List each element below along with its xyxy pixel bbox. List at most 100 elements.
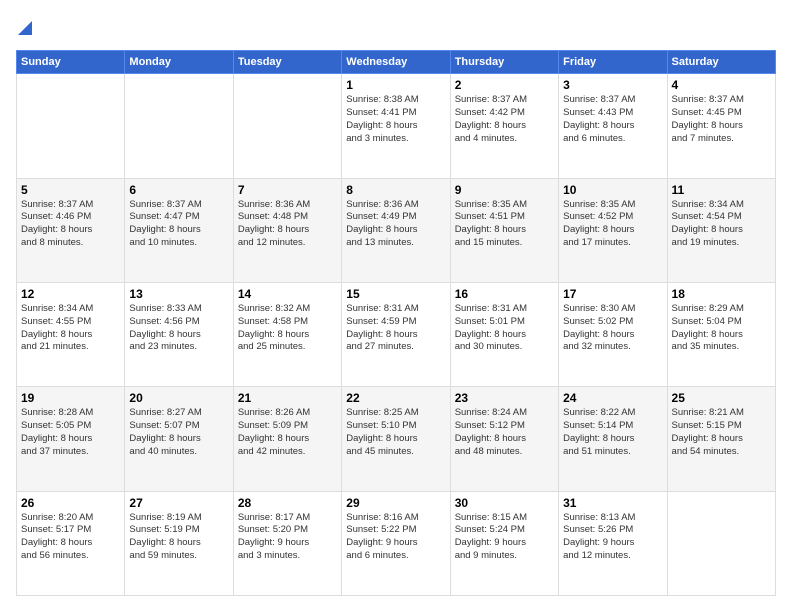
day-cell-4: 4 Sunrise: 8:37 AM Sunset: 4:45 PM Daylig… [667, 74, 775, 178]
day-number: 10 [563, 183, 662, 197]
day-cell-24: 24 Sunrise: 8:22 AM Sunset: 5:14 PM Dayli… [559, 387, 667, 491]
day-number: 1 [346, 78, 445, 92]
day-cell-23: 23 Sunrise: 8:24 AM Sunset: 5:12 PM Dayli… [450, 387, 558, 491]
day-info: Sunrise: 8:22 AM Sunset: 5:14 PM Dayligh… [563, 407, 662, 458]
day-cell-18: 18 Sunrise: 8:29 AM Sunset: 5:04 PM Dayli… [667, 282, 775, 386]
day-number: 25 [672, 391, 771, 405]
day-cell-21: 21Sunrise: 8:26 AM Sunset: 5:09 PM Dayli… [233, 387, 341, 491]
day-info: Sunrise: 8:13 AM Sunset: 5:26 PM Dayligh… [563, 512, 662, 563]
day-cell-8: 8 Sunrise: 8:36 AM Sunset: 4:49 PM Daylig… [342, 178, 450, 282]
day-number: 6 [129, 183, 228, 197]
day-number: 14 [238, 287, 337, 301]
day-number: 4 [672, 78, 771, 92]
day-info: Sunrise: 8:17 AM Sunset: 5:20 PM Dayligh… [238, 512, 337, 563]
day-number: 8 [346, 183, 445, 197]
day-cell-31: 31 Sunrise: 8:13 AM Sunset: 5:26 PM Dayli… [559, 491, 667, 595]
weekday-tuesday: Tuesday [233, 51, 341, 74]
weekday-friday: Friday [559, 51, 667, 74]
day-info: Sunrise: 8:31 AM Sunset: 4:59 PM Dayligh… [346, 303, 445, 354]
weekday-wednesday: Wednesday [342, 51, 450, 74]
day-info: Sunrise: 8:36 AM Sunset: 4:48 PM Dayligh… [238, 199, 337, 250]
weekday-monday: Monday [125, 51, 233, 74]
day-cell-12: 12Sunrise: 8:34 AM Sunset: 4:55 PM Dayli… [17, 282, 125, 386]
day-cell-17: 17 Sunrise: 8:30 AM Sunset: 5:02 PM Dayli… [559, 282, 667, 386]
day-number: 16 [455, 287, 554, 301]
day-number: 15 [346, 287, 445, 301]
week-row-3: 12Sunrise: 8:34 AM Sunset: 4:55 PM Dayli… [17, 282, 776, 386]
week-row-1: 1 Sunrise: 8:38 AM Sunset: 4:41 PM Daylig… [17, 74, 776, 178]
header [16, 16, 776, 40]
empty-cell [667, 491, 775, 595]
day-number: 5 [21, 183, 120, 197]
day-cell-1: 1 Sunrise: 8:38 AM Sunset: 4:41 PM Daylig… [342, 74, 450, 178]
logo-triangle-icon [18, 21, 32, 35]
day-number: 20 [129, 391, 228, 405]
day-number: 23 [455, 391, 554, 405]
day-info: Sunrise: 8:36 AM Sunset: 4:49 PM Dayligh… [346, 199, 445, 250]
day-info: Sunrise: 8:27 AM Sunset: 5:07 PM Dayligh… [129, 407, 228, 458]
day-cell-9: 9 Sunrise: 8:35 AM Sunset: 4:51 PM Daylig… [450, 178, 558, 282]
week-row-4: 19 Sunrise: 8:28 AM Sunset: 5:05 PM Dayli… [17, 387, 776, 491]
day-info: Sunrise: 8:19 AM Sunset: 5:19 PM Dayligh… [129, 512, 228, 563]
day-cell-14: 14Sunrise: 8:32 AM Sunset: 4:58 PM Dayli… [233, 282, 341, 386]
day-number: 19 [21, 391, 120, 405]
day-info: Sunrise: 8:34 AM Sunset: 4:54 PM Dayligh… [672, 199, 771, 250]
day-info: Sunrise: 8:37 AM Sunset: 4:46 PM Dayligh… [21, 199, 120, 250]
day-number: 31 [563, 496, 662, 510]
day-cell-28: 28 Sunrise: 8:17 AM Sunset: 5:20 PM Dayli… [233, 491, 341, 595]
day-cell-25: 25 Sunrise: 8:21 AM Sunset: 5:15 PM Dayli… [667, 387, 775, 491]
week-row-2: 5 Sunrise: 8:37 AM Sunset: 4:46 PM Daylig… [17, 178, 776, 282]
day-number: 17 [563, 287, 662, 301]
day-cell-30: 30 Sunrise: 8:15 AM Sunset: 5:24 PM Dayli… [450, 491, 558, 595]
day-info: Sunrise: 8:31 AM Sunset: 5:01 PM Dayligh… [455, 303, 554, 354]
day-cell-11: 11 Sunrise: 8:34 AM Sunset: 4:54 PM Dayli… [667, 178, 775, 282]
day-cell-29: 29Sunrise: 8:16 AM Sunset: 5:22 PM Dayli… [342, 491, 450, 595]
day-info: Sunrise: 8:37 AM Sunset: 4:45 PM Dayligh… [672, 94, 771, 145]
day-info: Sunrise: 8:29 AM Sunset: 5:04 PM Dayligh… [672, 303, 771, 354]
weekday-header-row: SundayMondayTuesdayWednesdayThursdayFrid… [17, 51, 776, 74]
day-number: 18 [672, 287, 771, 301]
day-info: Sunrise: 8:20 AM Sunset: 5:17 PM Dayligh… [21, 512, 120, 563]
day-number: 26 [21, 496, 120, 510]
day-info: Sunrise: 8:35 AM Sunset: 4:51 PM Dayligh… [455, 199, 554, 250]
day-cell-27: 27 Sunrise: 8:19 AM Sunset: 5:19 PM Dayli… [125, 491, 233, 595]
day-info: Sunrise: 8:35 AM Sunset: 4:52 PM Dayligh… [563, 199, 662, 250]
day-number: 13 [129, 287, 228, 301]
day-cell-2: 2Sunrise: 8:37 AM Sunset: 4:42 PM Daylig… [450, 74, 558, 178]
day-info: Sunrise: 8:28 AM Sunset: 5:05 PM Dayligh… [21, 407, 120, 458]
day-number: 30 [455, 496, 554, 510]
day-info: Sunrise: 8:37 AM Sunset: 4:43 PM Dayligh… [563, 94, 662, 145]
logo-text [16, 16, 32, 40]
day-cell-22: 22Sunrise: 8:25 AM Sunset: 5:10 PM Dayli… [342, 387, 450, 491]
day-number: 28 [238, 496, 337, 510]
day-number: 24 [563, 391, 662, 405]
day-info: Sunrise: 8:21 AM Sunset: 5:15 PM Dayligh… [672, 407, 771, 458]
day-info: Sunrise: 8:26 AM Sunset: 5:09 PM Dayligh… [238, 407, 337, 458]
day-cell-16: 16 Sunrise: 8:31 AM Sunset: 5:01 PM Dayli… [450, 282, 558, 386]
day-cell-5: 5 Sunrise: 8:37 AM Sunset: 4:46 PM Daylig… [17, 178, 125, 282]
logo [16, 16, 32, 40]
calendar-table: SundayMondayTuesdayWednesdayThursdayFrid… [16, 50, 776, 596]
day-info: Sunrise: 8:24 AM Sunset: 5:12 PM Dayligh… [455, 407, 554, 458]
page: SundayMondayTuesdayWednesdayThursdayFrid… [0, 0, 792, 612]
day-cell-15: 15 Sunrise: 8:31 AM Sunset: 4:59 PM Dayli… [342, 282, 450, 386]
day-number: 7 [238, 183, 337, 197]
day-cell-19: 19 Sunrise: 8:28 AM Sunset: 5:05 PM Dayli… [17, 387, 125, 491]
day-cell-26: 26 Sunrise: 8:20 AM Sunset: 5:17 PM Dayli… [17, 491, 125, 595]
day-cell-7: 7 Sunrise: 8:36 AM Sunset: 4:48 PM Daylig… [233, 178, 341, 282]
day-cell-6: 6 Sunrise: 8:37 AM Sunset: 4:47 PM Daylig… [125, 178, 233, 282]
day-number: 9 [455, 183, 554, 197]
day-info: Sunrise: 8:30 AM Sunset: 5:02 PM Dayligh… [563, 303, 662, 354]
day-cell-3: 3Sunrise: 8:37 AM Sunset: 4:43 PM Daylig… [559, 74, 667, 178]
day-info: Sunrise: 8:15 AM Sunset: 5:24 PM Dayligh… [455, 512, 554, 563]
empty-cell [125, 74, 233, 178]
day-number: 12 [21, 287, 120, 301]
day-number: 11 [672, 183, 771, 197]
weekday-sunday: Sunday [17, 51, 125, 74]
day-number: 27 [129, 496, 228, 510]
week-row-5: 26 Sunrise: 8:20 AM Sunset: 5:17 PM Dayli… [17, 491, 776, 595]
day-info: Sunrise: 8:37 AM Sunset: 4:47 PM Dayligh… [129, 199, 228, 250]
day-info: Sunrise: 8:37 AM Sunset: 4:42 PM Dayligh… [455, 94, 554, 145]
day-info: Sunrise: 8:38 AM Sunset: 4:41 PM Dayligh… [346, 94, 445, 145]
day-info: Sunrise: 8:16 AM Sunset: 5:22 PM Dayligh… [346, 512, 445, 563]
